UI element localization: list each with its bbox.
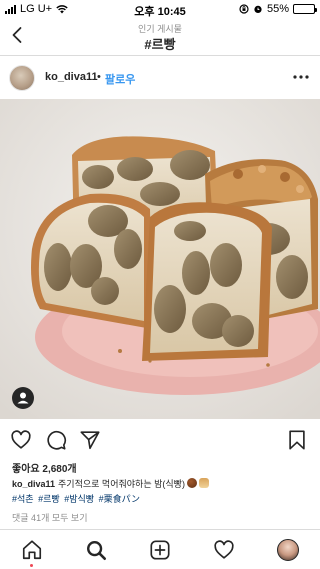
action-bar [0,425,320,455]
status-bar: LG U+ 오후 10:45 55% [0,0,320,18]
user-tag-icon[interactable] [12,387,34,409]
hashtag-link[interactable]: #栗食パン [99,494,140,504]
alarm-icon [254,5,262,13]
profile-avatar[interactable] [277,539,299,561]
post-image[interactable] [0,99,320,419]
activity-heart-icon[interactable] [213,539,235,561]
bookmark-icon[interactable] [286,429,308,451]
bottom-tab-bar [0,529,320,569]
rotation-lock-icon [239,4,249,14]
caption-username[interactable]: ko_diva11 [12,479,55,489]
notification-dot [30,564,33,567]
battery-icon [293,4,317,14]
hashtag-link[interactable]: #르빵 [38,494,60,504]
hashtag-link[interactable]: #밤식빵 [64,494,94,504]
hashtag-link[interactable]: #석촌 [12,494,34,504]
heart-icon[interactable] [10,429,32,451]
nav-header: 인기 게시물 #르빵 [0,18,320,56]
page-title: #르빵 [144,37,176,52]
post-username[interactable]: ko_diva11 [45,71,98,83]
more-horizontal-icon[interactable] [292,68,310,86]
share-icon[interactable] [79,429,101,451]
follow-button[interactable]: 팔로우 [105,71,135,87]
hashtag-list: #석촌 #르빵 #밤식빵 #栗食パン [12,492,142,505]
comment-icon[interactable] [45,429,67,451]
home-icon[interactable] [21,539,43,561]
post-header: ko_diva11 • 팔로우 [0,57,320,99]
bread-emoji-icon [198,478,209,488]
separator-dot: • [97,71,101,83]
new-post-icon[interactable] [149,539,171,561]
likes-count[interactable]: 좋아요 2,680개 [12,460,77,475]
search-icon[interactable] [85,539,107,561]
caption: ko_diva11 주기적으로 먹어줘야하는 밤(식빵) [12,478,312,491]
avatar[interactable] [9,65,35,91]
caption-text: 주기적으로 먹어줘야하는 밤(식빵) [58,479,185,489]
chestnut-emoji-icon [186,478,197,488]
battery-percent: 55% [266,3,289,15]
view-all-comments-link[interactable]: 댓글 41개 모두 보기 [12,511,87,524]
chestnut-bread-photo [0,99,320,419]
